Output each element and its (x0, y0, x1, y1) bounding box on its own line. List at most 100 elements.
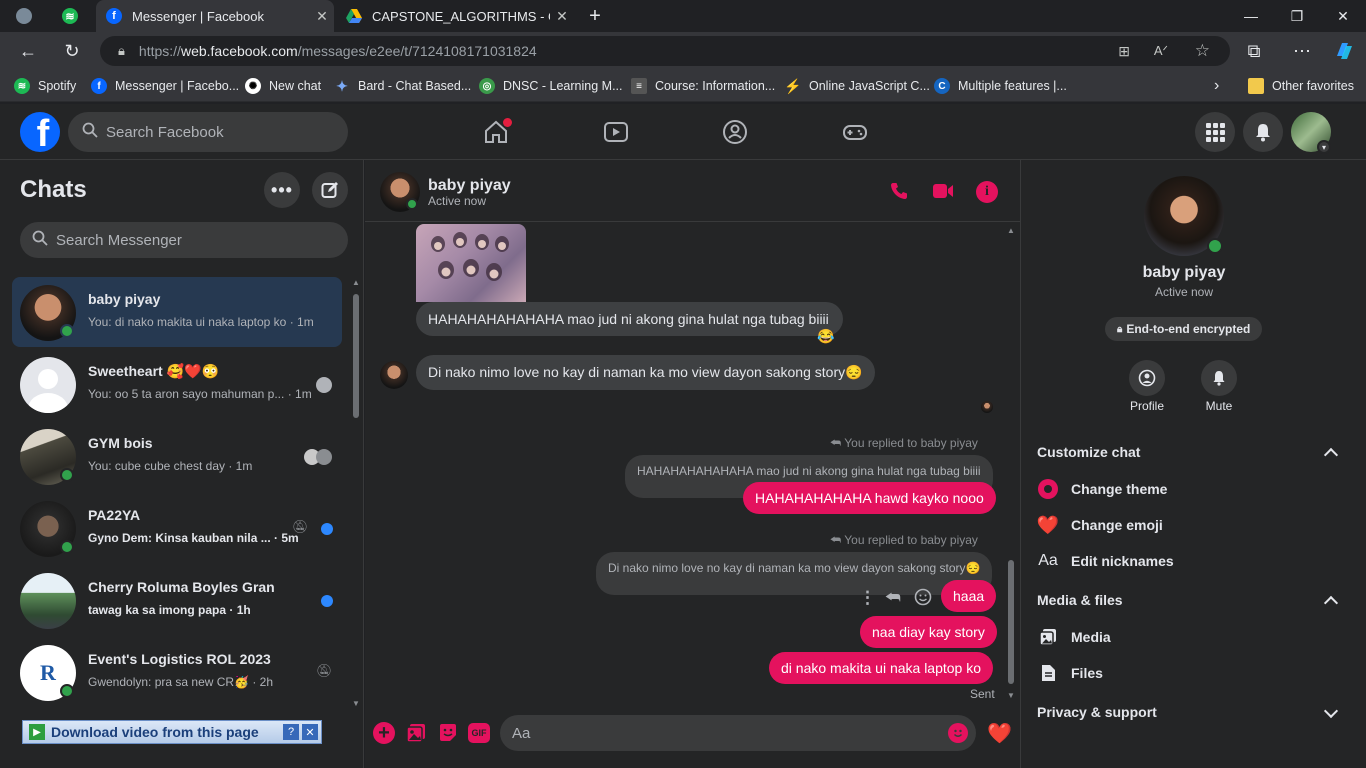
chat-item-events-logistics[interactable]: R Event's Logistics ROL 2023 Gwendolyn: … (12, 637, 342, 707)
profile-button[interactable] (1129, 360, 1165, 396)
watch-icon[interactable] (602, 118, 630, 151)
photo-attach-icon[interactable] (405, 722, 427, 749)
emoji-picker-icon[interactable] (948, 723, 968, 743)
extensions-icon[interactable]: ⧉ (1240, 37, 1268, 65)
bookmark-other-favorites[interactable]: Other favorites (1248, 70, 1354, 102)
send-heart-emoji-icon[interactable]: ❤️ (987, 721, 1012, 746)
bookmark-javascript[interactable]: ⚡ Online JavaScript C... (784, 70, 930, 102)
download-video-button[interactable]: ▶ Download video from this page ? ✕ (22, 720, 322, 744)
gaming-icon[interactable] (841, 118, 869, 151)
chat-item-pa22ya[interactable]: PA22YA Gyno Dem: Kinsa kauban nila ... ·… (12, 493, 342, 563)
play-icon: ▶ (29, 724, 45, 740)
privacy-support-header[interactable]: Privacy & support (1037, 704, 1157, 720)
reply-icon[interactable]: ⮪ (885, 588, 901, 608)
chat-item-baby-piyay[interactable]: baby piyay You: di nako makita ui naka l… (12, 277, 342, 347)
shared-photo[interactable] (416, 224, 526, 302)
address-bar[interactable]: 🔒︎ https://web.facebook.com/messages/e2e… (100, 36, 1230, 66)
conversation-info-icon[interactable]: i (976, 181, 998, 203)
messages-scrollbar[interactable]: ▲ ▼ (1006, 226, 1016, 700)
message-reaction[interactable]: 😂 (817, 328, 834, 345)
quoted-message[interactable]: Di nako nimo love no kay di naman ka mo … (596, 552, 993, 595)
tab-capstone[interactable]: CAPSTONE_ALGORITHMS - Goo ✕ (336, 0, 574, 32)
avatar (20, 573, 76, 629)
close-tab-icon[interactable]: ✕ (550, 8, 574, 25)
groups-icon[interactable] (721, 118, 749, 151)
window-close-icon[interactable]: ✕ (1320, 0, 1366, 32)
read-aloud-icon[interactable]: Aᐟ (1154, 43, 1168, 59)
gif-icon[interactable]: GIF (468, 723, 490, 743)
more-menu-icon[interactable]: ⋯ (1288, 37, 1316, 65)
message-outgoing[interactable]: naa diay kay story (860, 616, 997, 648)
account-avatar[interactable]: ▾ (1291, 112, 1331, 154)
change-theme-item[interactable]: Change theme (1037, 475, 1167, 503)
profile-avatar-icon (16, 8, 32, 24)
bookmark-spotify[interactable]: ≋ Spotify (14, 70, 76, 102)
message-incoming[interactable]: Di nako nimo love no kay di naman ka mo … (416, 355, 875, 390)
video-call-icon[interactable] (932, 182, 954, 205)
help-icon[interactable]: ? (283, 724, 299, 740)
reload-icon[interactable]: ↻ (58, 37, 86, 65)
react-emoji-icon[interactable] (914, 588, 932, 611)
close-tab-icon[interactable]: ✕ (310, 8, 334, 25)
tab-spotify[interactable]: ≋ (48, 0, 92, 32)
bookmark-messenger[interactable]: f Messenger | Facebo... (91, 70, 239, 102)
search-messenger-input[interactable]: Search Messenger (20, 222, 348, 258)
bookmark-bard[interactable]: ✦ Bard - Chat Based... (334, 70, 471, 102)
phone-call-icon[interactable] (889, 181, 909, 206)
chevron-down-icon[interactable] (1323, 703, 1339, 719)
bookmarks-overflow-chevron-icon[interactable]: › (1214, 70, 1219, 102)
customize-chat-header[interactable]: Customize chat (1037, 444, 1140, 460)
files-label: Files (1071, 665, 1103, 681)
mute-button[interactable] (1201, 360, 1237, 396)
google-drive-icon (346, 8, 362, 24)
edit-nicknames-item[interactable]: Aa Edit nicknames (1037, 547, 1174, 575)
new-message-icon[interactable] (312, 172, 348, 208)
copilot-icon[interactable] (1330, 37, 1358, 65)
tab-profile[interactable] (4, 0, 44, 32)
new-tab-button[interactable]: + (582, 0, 608, 32)
restore-icon[interactable]: ❐ (1274, 0, 1320, 32)
home-icon[interactable] (482, 118, 512, 151)
chat-options-icon[interactable]: ••• (264, 172, 300, 208)
bookmark-new-chat[interactable]: ✺ New chat (245, 70, 321, 102)
bookmark-label: Online JavaScript C... (809, 79, 930, 93)
back-icon[interactable]: ← (14, 37, 42, 65)
message-input[interactable]: Aa (500, 715, 976, 751)
add-attachment-icon[interactable]: + (373, 722, 395, 744)
chat-item-gym-bois[interactable]: GYM bois You: cube cube chest day · 1m (12, 421, 342, 491)
files-item[interactable]: Files (1037, 659, 1103, 687)
message-outgoing[interactable]: di nako makita ui naka laptop ko (769, 652, 994, 684)
media-label: Media (1071, 629, 1111, 645)
bookmark-multiple-features[interactable]: C Multiple features |... (934, 70, 1067, 102)
message-outgoing[interactable]: haaa (941, 580, 997, 612)
bookmark-course[interactable]: ≡ Course: Information... (631, 70, 775, 102)
chat-preview: Gwendolyn: pra sa new CR🥳 · 2h (88, 675, 274, 689)
menu-grid-icon[interactable] (1195, 112, 1235, 152)
bookmark-dnsc[interactable]: ◎ DNSC - Learning M... (479, 70, 622, 102)
media-item[interactable]: Media (1037, 623, 1111, 651)
sticker-icon[interactable] (437, 722, 459, 749)
chevron-up-icon[interactable] (1323, 595, 1339, 611)
change-emoji-item[interactable]: ❤️ Change emoji (1037, 511, 1163, 539)
chats-scrollbar[interactable]: ▲ ▼ (352, 278, 360, 708)
chat-item-cherry[interactable]: Cherry Roluma Boyles Gran tawag ka sa im… (12, 565, 342, 635)
minimize-icon[interactable]: — (1228, 0, 1274, 32)
chat-item-sweetheart[interactable]: Sweetheart 🥰❤️😳 You: oo 5 ta aron sayo m… (12, 349, 342, 419)
media-files-header[interactable]: Media & files (1037, 592, 1123, 608)
more-actions-icon[interactable]: ⋮ (859, 588, 876, 608)
tab-messenger[interactable]: f Messenger | Facebook ✕ (96, 0, 334, 32)
facebook-logo-icon[interactable]: f (20, 112, 60, 152)
app-available-icon[interactable]: ⊞ (1118, 43, 1130, 60)
message-outgoing[interactable]: HAHAHAHAHAHA hawd kayko nooo (743, 482, 996, 514)
favorite-star-icon[interactable]: ☆ (1195, 41, 1210, 61)
bookmarks-bar: ≋ Spotify f Messenger | Facebo... ✺ New cha… (0, 70, 1366, 102)
facebook-search-box[interactable]: Search Facebook (68, 112, 348, 152)
course-icon: ≡ (631, 78, 647, 94)
contact-name[interactable]: baby piyay (428, 177, 511, 195)
encrypted-badge[interactable]: 🔒︎ End-to-end encrypted (1105, 317, 1263, 341)
lock-icon: 🔒︎ (1117, 323, 1123, 335)
close-icon[interactable]: ✕ (302, 724, 318, 740)
chevron-up-icon[interactable] (1323, 447, 1339, 463)
notifications-bell-icon[interactable] (1243, 112, 1283, 152)
message-incoming[interactable]: HAHAHAHAHAHAHA mao jud ni akong gina hul… (416, 302, 843, 336)
